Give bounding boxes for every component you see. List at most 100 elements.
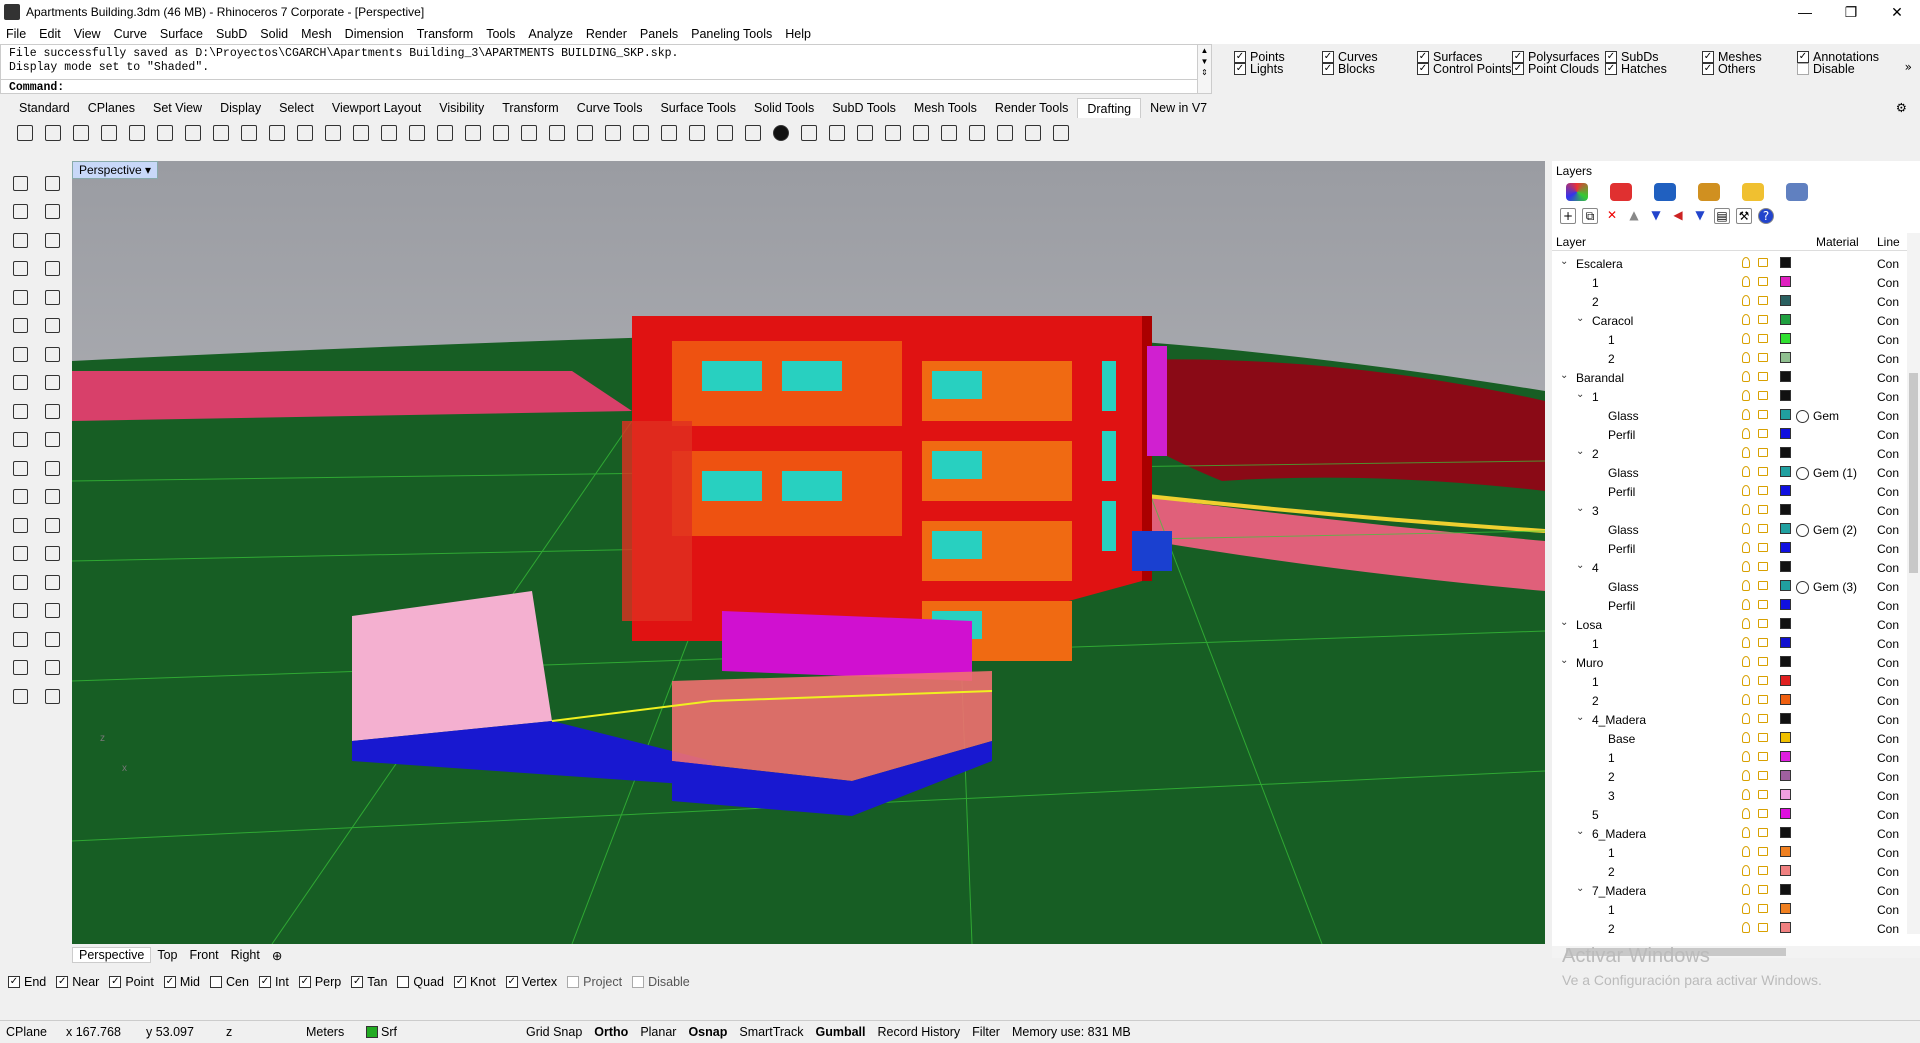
layer-linetype[interactable]: Con (1877, 732, 1899, 746)
text-style-icon[interactable] (994, 122, 1016, 144)
new-layer-icon[interactable]: + (1560, 208, 1576, 224)
lock-icon[interactable] (1758, 809, 1768, 818)
lock-icon[interactable] (1758, 410, 1768, 419)
layer-linetype[interactable]: Con (1877, 922, 1899, 934)
menu-curve[interactable]: Curve (114, 27, 147, 41)
text-field-icon[interactable] (462, 122, 484, 144)
filter-lights[interactable]: ✓ Lights (1234, 62, 1283, 76)
layer-material[interactable]: Gem (1796, 409, 1839, 423)
hatch-area-icon[interactable] (882, 122, 904, 144)
explode-icon[interactable] (938, 122, 960, 144)
filter-control-points[interactable]: ✓ Control Points (1417, 62, 1512, 76)
lock-icon[interactable] (1758, 866, 1768, 875)
layer-row[interactable]: ⌄ 6_Madera Con (1552, 824, 1907, 843)
visibility-bulb-icon[interactable] (1742, 390, 1750, 401)
layer-row[interactable]: ⌄ 1 Con (1552, 387, 1907, 406)
expand-chevron-icon[interactable]: ⌄ (1560, 617, 1568, 628)
toggle-osnap[interactable]: Osnap (682, 1022, 733, 1043)
visibility-bulb-icon[interactable] (1742, 827, 1750, 838)
view-tab-top[interactable]: Top (151, 948, 183, 962)
tab-mesh-tools[interactable]: Mesh Tools (905, 98, 986, 118)
layer-color-swatch[interactable] (1780, 599, 1791, 610)
lock-icon[interactable] (1758, 828, 1768, 837)
layer-linetype[interactable]: Con (1877, 770, 1899, 784)
osnap-vertex[interactable]: ✓ Vertex (505, 975, 557, 989)
maximize-button[interactable]: ❐ (1828, 0, 1874, 24)
layer-color-swatch[interactable] (1780, 903, 1791, 914)
osnap-mid[interactable]: ✓ Mid (163, 975, 200, 989)
layer-row[interactable]: ⌄ Losa Con (1552, 615, 1907, 634)
fillet-icon[interactable] (10, 316, 30, 336)
expand-chevron-icon[interactable]: ⌄ (1576, 883, 1584, 894)
visibility-bulb-icon[interactable] (1742, 466, 1750, 477)
filter-point-clouds[interactable]: ✓ Point Clouds (1512, 62, 1599, 76)
filter-icon[interactable]: ▼ (1692, 208, 1708, 224)
layer-color-swatch[interactable] (1780, 390, 1791, 401)
explode-icon[interactable] (42, 373, 62, 393)
table-icon[interactable] (630, 122, 652, 144)
viewport-menu-chevron-icon[interactable]: ▾ (145, 163, 151, 177)
layer-color-swatch[interactable] (1780, 314, 1791, 325)
cplane-indicator[interactable]: CPlane (0, 1022, 60, 1043)
layer-linetype[interactable]: Con (1877, 295, 1899, 309)
osnap-cen[interactable]: Cen (210, 975, 249, 989)
hatch-icon[interactable] (434, 122, 456, 144)
dimension-icon[interactable] (42, 601, 62, 621)
text-icon[interactable] (350, 122, 372, 144)
analyze-icon[interactable] (10, 601, 30, 621)
dot-icon[interactable] (406, 122, 428, 144)
layer-color-swatch[interactable] (1780, 523, 1791, 534)
toggle-gumball[interactable]: Gumball (809, 1022, 871, 1043)
layer-color-swatch[interactable] (1780, 808, 1791, 819)
close-button[interactable]: ✕ (1874, 0, 1920, 24)
line-icon[interactable] (42, 202, 62, 222)
layer-color-swatch[interactable] (1780, 561, 1791, 572)
layer-color-swatch[interactable] (1780, 751, 1791, 762)
folder-icon[interactable] (966, 122, 988, 144)
lock-icon[interactable] (1758, 676, 1768, 685)
move-icon[interactable] (10, 487, 30, 507)
dims-icon[interactable] (910, 122, 932, 144)
layer-material[interactable]: Gem (1) (1796, 466, 1857, 480)
tab-select[interactable]: Select (270, 98, 323, 118)
layer-row[interactable]: ⌄ Barandal Con (1552, 368, 1907, 387)
named-views-tab-icon[interactable] (1786, 183, 1808, 201)
lock-icon[interactable] (1758, 885, 1768, 894)
layer-row[interactable]: 5 Con (1552, 805, 1907, 824)
expand-chevron-icon[interactable]: ⌄ (1576, 446, 1584, 457)
layer-linetype[interactable]: Con (1877, 656, 1899, 670)
lock-icon[interactable] (1758, 562, 1768, 571)
sphere-icon[interactable] (770, 122, 792, 144)
menu-dimension[interactable]: Dimension (345, 27, 404, 41)
lock-icon[interactable] (1758, 277, 1768, 286)
layer-row[interactable]: Glass Gem (3) Con (1552, 577, 1907, 596)
layer-row[interactable]: 1 Con (1552, 843, 1907, 862)
render-tab-icon[interactable] (1698, 183, 1720, 201)
layer-color-swatch[interactable] (1780, 257, 1791, 268)
layer-linetype[interactable]: Con (1877, 694, 1899, 708)
layer-row[interactable]: ⌄ Muro Con (1552, 653, 1907, 672)
layer-color-swatch[interactable] (1780, 694, 1791, 705)
layers-vertical-scrollbar[interactable] (1907, 233, 1920, 934)
osnap-disable[interactable]: Disable (632, 975, 690, 989)
toggle-ortho[interactable]: Ortho (588, 1022, 634, 1043)
polyline-icon[interactable] (10, 202, 30, 222)
layer-linetype[interactable]: Con (1877, 865, 1899, 879)
layer-row[interactable]: 1 Con (1552, 672, 1907, 691)
layer-color-swatch[interactable] (1780, 466, 1791, 477)
layout-icon[interactable] (574, 122, 596, 144)
lock-icon[interactable] (1758, 904, 1768, 913)
scale-icon[interactable] (42, 515, 62, 535)
detail-icon[interactable] (602, 122, 624, 144)
layer-material[interactable]: Gem (3) (1796, 580, 1857, 594)
leader-icon[interactable] (322, 122, 344, 144)
toggle-filter[interactable]: Filter (966, 1022, 1006, 1043)
layer-linetype[interactable]: Con (1877, 314, 1899, 328)
tab-cplanes[interactable]: CPlanes (79, 98, 144, 118)
tab-curve-tools[interactable]: Curve Tools (568, 98, 652, 118)
menu-render[interactable]: Render (586, 27, 627, 41)
lock-icon[interactable] (1758, 714, 1768, 723)
lock-icon[interactable] (1758, 524, 1768, 533)
layer-linetype[interactable]: Con (1877, 637, 1899, 651)
layer-linetype[interactable]: Con (1877, 542, 1899, 556)
